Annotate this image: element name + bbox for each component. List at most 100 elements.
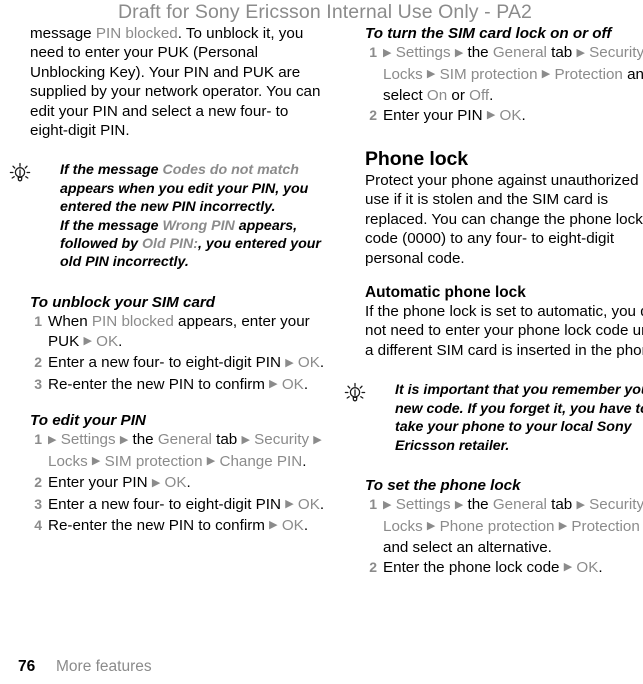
page-number: 76 xyxy=(18,658,36,675)
step-text-a: Enter a new four- to eight-digit PIN xyxy=(48,495,286,513)
step-text-the: the xyxy=(463,496,493,514)
tip-callout-remember-code: It is important that you remember your n… xyxy=(344,381,643,455)
step-text-end: . xyxy=(489,87,494,105)
steps-set-phone-lock: 1 ▶ Settings ▶ the General tab ▶ Securit… xyxy=(365,495,643,579)
step-text-tab: tab xyxy=(211,431,242,449)
ui-term-pin-blocked: PIN blocked xyxy=(95,25,178,42)
ui-term-settings: Settings xyxy=(395,44,451,62)
step-number: 2 xyxy=(369,106,377,123)
right-triangle-arrow-icon: ▶ xyxy=(558,520,568,533)
tip-text: It is important that you remember your n… xyxy=(395,382,643,454)
ui-term-locks: Locks xyxy=(48,452,88,470)
step-item: 3 Enter a new four- to eight-digit PIN ▶… xyxy=(30,495,330,516)
step-text-a: Enter your PIN xyxy=(383,106,487,124)
step-text-c: . xyxy=(598,558,603,576)
ui-term-sim-protection: SIM protection xyxy=(439,65,538,83)
right-triangle-arrow-icon: ▶ xyxy=(576,46,585,59)
step-text-c: . xyxy=(303,375,309,393)
step-text-a: Enter the phone lock code xyxy=(383,558,564,576)
ui-term-security: Security xyxy=(254,431,310,449)
section-heading-phone-lock: Phone lock xyxy=(365,148,469,171)
step-item: 1 ▶ Settings ▶ the General tab ▶ Securit… xyxy=(365,495,643,557)
step-text-tab: tab xyxy=(546,44,577,62)
ui-term-old-pin: Old PIN: xyxy=(141,236,198,253)
ui-term-settings: Settings xyxy=(395,496,451,514)
ui-term-ok: OK xyxy=(297,354,320,372)
step-text-the: the xyxy=(463,44,493,62)
ui-term-general: General xyxy=(492,44,547,62)
task-heading-sim-card-lock: To turn the SIM card lock on or off xyxy=(365,25,612,42)
ui-term-ok: OK xyxy=(96,332,119,350)
right-triangle-arrow-icon: ▶ xyxy=(383,498,392,511)
right-triangle-arrow-icon: ▶ xyxy=(576,498,585,511)
step-text-c: . xyxy=(319,495,325,513)
ui-term-ok: OK xyxy=(164,474,187,492)
ui-term-protection: Protection xyxy=(571,517,640,535)
step-item: 2 Enter a new four- to eight-digit PIN ▶… xyxy=(30,353,330,374)
step-item: 3 Re-enter the new PIN to confirm ▶ OK. xyxy=(30,375,330,396)
lightbulb-icon xyxy=(8,162,32,186)
step-item: 2 Enter your PIN ▶ OK. xyxy=(30,473,330,494)
step-text-end: . xyxy=(302,452,307,470)
step-item: 4 Re-enter the new PIN to confirm ▶ OK. xyxy=(30,516,330,537)
step-text-tab: tab xyxy=(546,496,577,514)
step-number: 1 xyxy=(369,496,377,513)
right-triangle-arrow-icon: ▶ xyxy=(91,455,101,468)
step-number: 1 xyxy=(34,313,42,330)
ui-term-ok: OK xyxy=(281,375,304,393)
step-number: 1 xyxy=(34,431,42,448)
step-item: 1 ▶ Settings ▶ the General tab ▶ Securit… xyxy=(365,43,643,105)
ui-term-general: General xyxy=(157,431,212,449)
right-triangle-arrow-icon: ▶ xyxy=(206,455,216,468)
ui-term-settings: Settings xyxy=(60,431,116,449)
step-number: 2 xyxy=(369,558,377,575)
step-item: 2 Enter your PIN ▶ OK. xyxy=(365,106,643,127)
tip-text-1: If the message xyxy=(60,162,163,179)
phone-lock-paragraph: Protect your phone against unauthorized … xyxy=(365,172,643,267)
right-triangle-arrow-icon: ▶ xyxy=(285,356,294,369)
right-triangle-arrow-icon: ▶ xyxy=(563,561,573,574)
right-triangle-arrow-icon: ▶ xyxy=(454,498,464,511)
intro-text-part2: . To unblock it, you need to enter your … xyxy=(30,25,321,140)
right-column: To turn the SIM card lock on or off 1 ▶ … xyxy=(344,24,643,579)
ui-term-ok: OK xyxy=(576,558,599,576)
step-text-a: Enter a new four- to eight-digit PIN xyxy=(48,354,286,372)
ui-term-wrong-pin: Wrong PIN xyxy=(162,217,235,234)
ui-term-security: Security xyxy=(589,44,643,62)
draft-watermark-header: Draft for Sony Ericsson Internal Use Onl… xyxy=(118,1,532,23)
step-number: 3 xyxy=(34,375,42,392)
tip-text-3: If the message xyxy=(60,217,163,234)
step-number: 2 xyxy=(34,474,42,491)
right-triangle-arrow-icon: ▶ xyxy=(313,433,322,446)
ui-term-on: On xyxy=(426,87,448,105)
ui-term-sim-protection: SIM protection xyxy=(104,452,203,470)
ui-term-pin-blocked: PIN blocked xyxy=(91,313,174,331)
right-triangle-arrow-icon: ▶ xyxy=(285,498,294,511)
task-heading-unblock-sim: To unblock your SIM card xyxy=(30,293,216,311)
lightbulb-icon xyxy=(343,382,367,406)
step-text-a: When xyxy=(48,313,92,331)
ui-term-codes-do-not-match: Codes do not match xyxy=(162,162,299,179)
right-triangle-arrow-icon: ▶ xyxy=(426,520,436,533)
right-triangle-arrow-icon: ▶ xyxy=(83,335,92,348)
ui-term-general: General xyxy=(492,496,547,514)
step-text-a: Enter your PIN xyxy=(48,474,152,492)
step-text-a: Re-enter the new PIN to confirm xyxy=(48,375,270,393)
step-text-end: and select an alternative. xyxy=(383,539,552,557)
step-item: 1 When PIN blocked appears, enter your P… xyxy=(30,312,330,353)
step-number: 4 xyxy=(34,516,42,533)
footer-chapter-label: More features xyxy=(56,658,152,675)
intro-paragraph: message PIN blocked. To unblock it, you … xyxy=(30,24,330,140)
ui-term-ok: OK xyxy=(281,516,304,534)
right-triangle-arrow-icon: ▶ xyxy=(151,476,161,489)
step-text-c: . xyxy=(118,332,123,350)
step-number: 2 xyxy=(34,354,42,371)
step-item: 2 Enter the phone lock code ▶ OK. xyxy=(365,558,643,579)
step-number: 1 xyxy=(369,44,377,61)
right-triangle-arrow-icon: ▶ xyxy=(269,378,278,390)
ui-term-locks: Locks xyxy=(383,517,423,535)
subsection-heading-automatic-phone-lock: Automatic phone lock xyxy=(365,284,526,302)
ui-term-ok: OK xyxy=(499,106,522,124)
step-text-c: . xyxy=(303,516,309,534)
task-heading-edit-pin: To edit your PIN xyxy=(30,411,146,429)
